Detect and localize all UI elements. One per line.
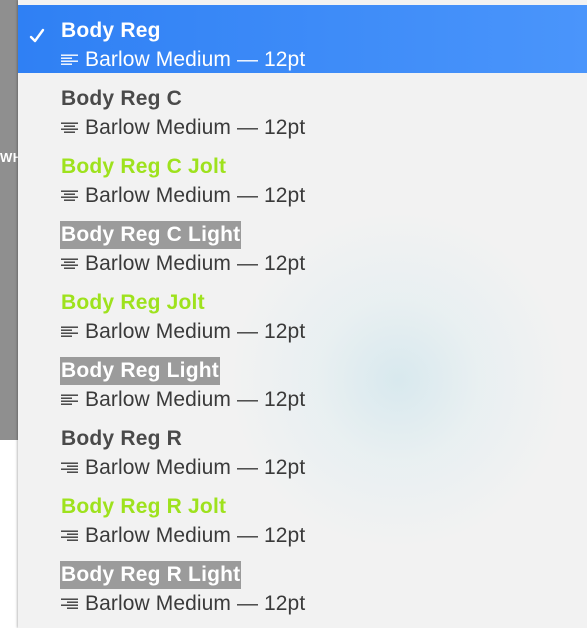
style-detail: Barlow Medium — 12pt [61,47,305,73]
menu-item[interactable]: Body Reg Jolt Barlow Medium — 12pt [18,277,587,345]
align-center-icon [61,258,78,269]
style-name-label: Body Reg Light [60,357,220,385]
style-detail-text: Barlow Medium — 12pt [85,524,306,547]
align-right-icon [61,530,78,541]
style-name-label: Body Reg C Jolt [61,155,227,178]
align-left-icon [61,394,78,405]
align-right-icon [61,462,78,473]
style-detail: Barlow Medium — 12pt [61,183,305,209]
text-style-menu: Body Reg Barlow Medium — 12pt Body Reg C Ba… [18,0,587,628]
style-name-label: Body Reg C [61,87,183,110]
menu-item[interactable]: Body Reg C Barlow Medium — 12pt [18,73,587,141]
align-left-icon [61,326,78,337]
style-detail: Barlow Medium — 12pt [61,591,305,617]
style-name-label: Body Reg R Light [60,561,242,589]
style-detail: Barlow Medium — 12pt [61,387,305,413]
menu-item[interactable]: Body Reg C Light Barlow Medium — 12pt [18,209,587,277]
style-detail-text: Barlow Medium — 12pt [85,48,306,71]
background-label: WHI [0,150,20,165]
align-center-icon [61,190,78,201]
style-detail-text: Barlow Medium — 12pt [85,252,306,275]
style-detail-text: Barlow Medium — 12pt [85,388,306,411]
style-detail-text: Barlow Medium — 12pt [85,320,306,343]
menu-item[interactable]: Body Reg C Jolt Barlow Medium — 12pt [18,141,587,209]
align-center-icon [61,122,78,133]
style-detail: Barlow Medium — 12pt [61,115,305,141]
checkmark-icon [29,28,45,43]
style-name-label: Body Reg C Light [60,221,242,249]
style-detail-text: Barlow Medium — 12pt [85,456,306,479]
style-detail-text: Barlow Medium — 12pt [85,184,306,207]
align-right-icon [61,598,78,609]
align-left-icon [61,54,78,65]
style-detail: Barlow Medium — 12pt [61,523,305,549]
style-detail-text: Barlow Medium — 12pt [85,592,306,615]
style-name-label: Body Reg R [61,427,183,450]
menu-item[interactable]: Body Reg R Light Barlow Medium — 12pt [18,549,587,617]
style-detail: Barlow Medium — 12pt [61,319,305,345]
menu-item[interactable]: Body Reg Light Barlow Medium — 12pt [18,345,587,413]
style-name-label: Body Reg [61,19,161,42]
style-detail-text: Barlow Medium — 12pt [85,116,306,139]
menu-item[interactable]: Body Reg R Jolt Barlow Medium — 12pt [18,481,587,549]
style-name-label: Body Reg R Jolt [61,495,227,518]
style-detail: Barlow Medium — 12pt [61,251,305,277]
menu-item[interactable]: Body Reg R Barlow Medium — 12pt [18,413,587,481]
screen: WHI Body RegBarlow Medium — 12ptBody Reg… [0,0,587,628]
menu-item[interactable]: Body Reg Barlow Medium — 12pt [18,5,587,73]
style-name-label: Body Reg Jolt [61,291,205,314]
style-detail: Barlow Medium — 12pt [61,455,305,481]
background-canvas: WHI [0,0,20,440]
